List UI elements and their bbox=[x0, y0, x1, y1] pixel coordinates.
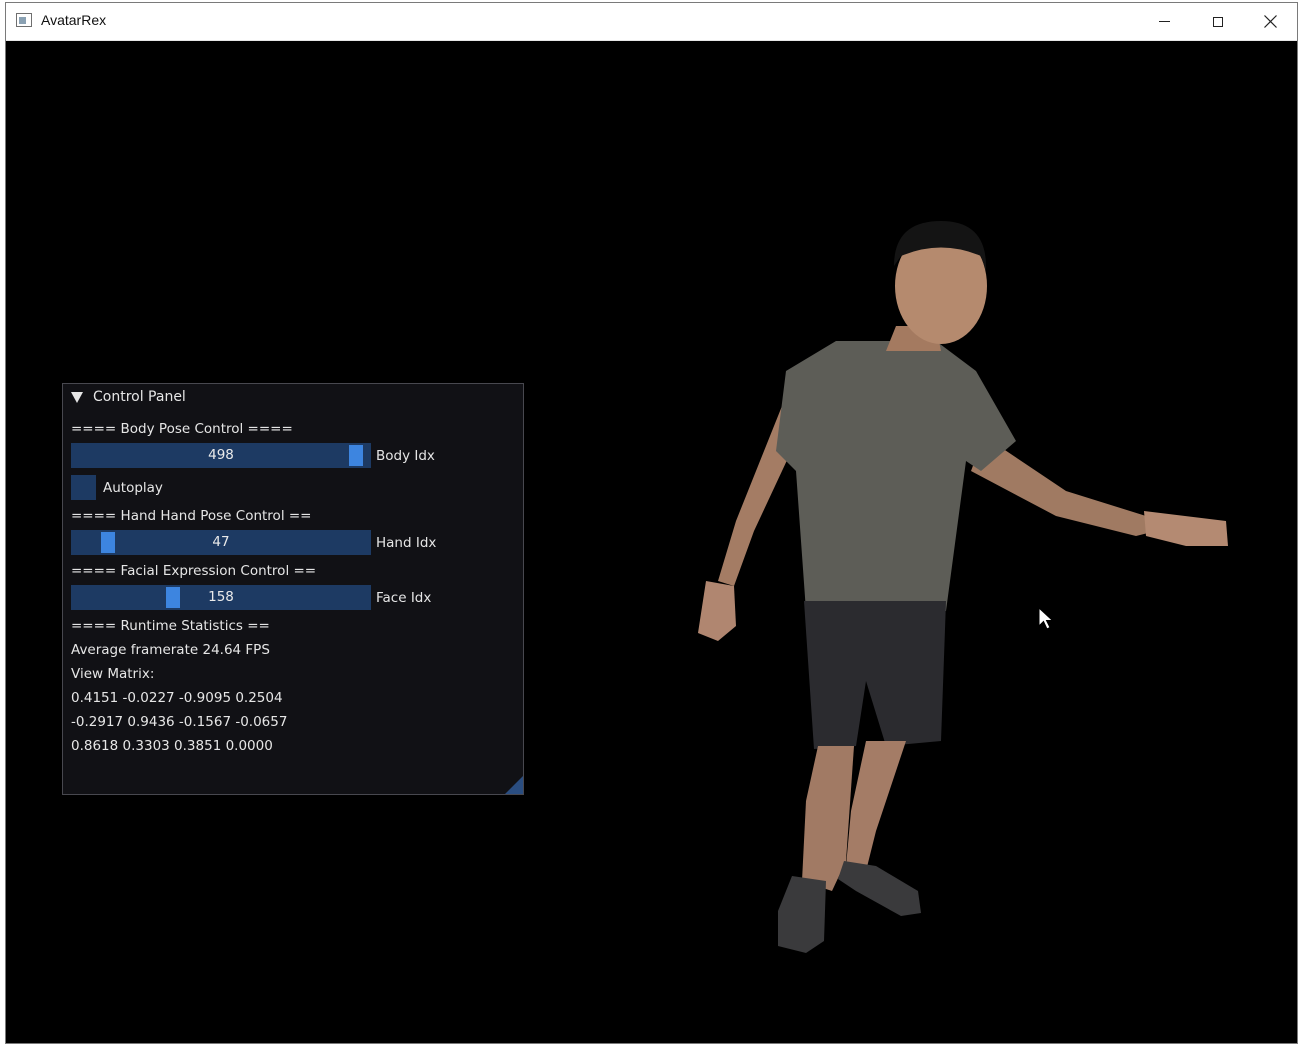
panel-title: Control Panel bbox=[93, 389, 186, 405]
face-section-title: ==== Facial Expression Control == bbox=[71, 563, 317, 579]
title-bar[interactable]: AvatarRex bbox=[6, 3, 1297, 41]
window-title: AvatarRex bbox=[41, 12, 107, 28]
matrix-row: 0.4151 -0.0227 -0.9095 0.2504 bbox=[71, 690, 283, 706]
slider-value: 158 bbox=[208, 589, 234, 605]
render-viewport[interactable]: Control Panel ==== Body Pose Control ===… bbox=[6, 41, 1297, 1043]
hand-idx-slider[interactable]: 47 bbox=[71, 530, 371, 555]
autoplay-checkbox[interactable] bbox=[71, 475, 96, 500]
face-idx-slider[interactable]: 158 bbox=[71, 585, 371, 610]
slider-value: 498 bbox=[208, 447, 234, 463]
matrix-row: -0.2917 0.9436 -0.1567 -0.0657 bbox=[71, 714, 288, 730]
body-idx-label: Body Idx bbox=[376, 448, 435, 464]
close-button[interactable] bbox=[1243, 3, 1297, 40]
app-window: AvatarRex Control Panel ==== Body Pose C… bbox=[5, 2, 1298, 1044]
body-idx-slider[interactable]: 498 bbox=[71, 443, 371, 468]
close-icon bbox=[1263, 15, 1277, 28]
slider-value: 47 bbox=[212, 534, 230, 550]
face-idx-label: Face Idx bbox=[376, 590, 432, 606]
matrix-row: 0.8618 0.3303 0.3851 0.0000 bbox=[71, 738, 273, 754]
app-icon bbox=[16, 13, 32, 27]
framerate-text: Average framerate 24.64 FPS bbox=[71, 642, 270, 658]
body-section-title: ==== Body Pose Control ==== bbox=[71, 421, 293, 437]
collapse-triangle-icon[interactable] bbox=[71, 391, 83, 403]
control-panel[interactable]: Control Panel ==== Body Pose Control ===… bbox=[62, 383, 524, 795]
maximize-button[interactable] bbox=[1191, 3, 1245, 40]
view-matrix-label: View Matrix: bbox=[71, 666, 155, 682]
minimize-icon bbox=[1158, 21, 1170, 22]
minimize-button[interactable] bbox=[1137, 3, 1191, 40]
hand-section-title: ==== Hand Hand Pose Control == bbox=[71, 508, 312, 524]
panel-header[interactable]: Control Panel bbox=[71, 389, 186, 405]
autoplay-label: Autoplay bbox=[103, 480, 163, 496]
mouse-cursor-icon bbox=[1038, 607, 1054, 630]
resize-grip[interactable] bbox=[505, 776, 523, 794]
maximize-icon bbox=[1213, 16, 1223, 27]
hand-idx-label: Hand Idx bbox=[376, 535, 437, 551]
runtime-section-title: ==== Runtime Statistics == bbox=[71, 618, 270, 634]
